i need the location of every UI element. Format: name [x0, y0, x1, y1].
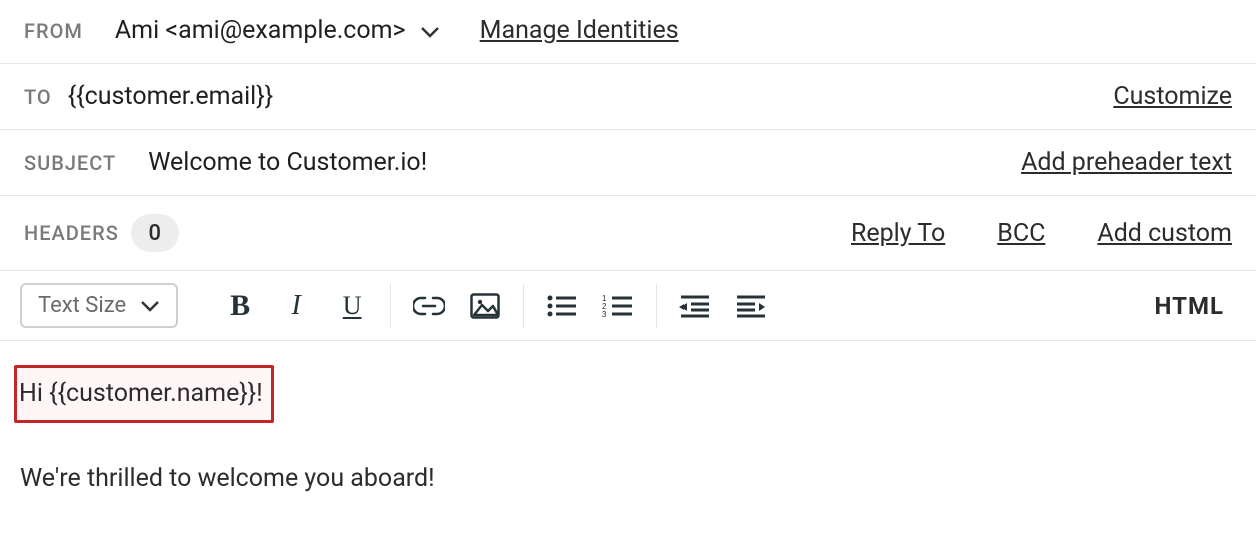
indent-button[interactable]: [723, 284, 779, 328]
greeting-highlight: Hi {{customer.name}}!: [14, 365, 274, 423]
greeting-text: Hi {{customer.name}}!: [19, 379, 263, 408]
link-icon: [413, 296, 445, 316]
headers-count-badge: 0: [131, 214, 179, 252]
customize-link[interactable]: Customize: [1113, 82, 1232, 111]
indent-icon: [735, 294, 767, 318]
to-row: TO {{customer.email}} Customize: [0, 64, 1256, 130]
italic-button[interactable]: I: [268, 284, 324, 328]
text-size-dropdown[interactable]: Text Size: [20, 283, 178, 328]
outdent-icon: [679, 294, 711, 318]
subject-label: SUBJECT: [24, 151, 116, 175]
from-identity-dropdown[interactable]: Ami <ami@example.com>: [115, 16, 440, 45]
svg-text:3: 3: [602, 310, 607, 318]
body-paragraph: We're thrilled to welcome you aboard!: [20, 459, 1236, 499]
subject-value[interactable]: Welcome to Customer.io!: [148, 148, 427, 177]
italic-icon: I: [291, 290, 300, 322]
to-label: TO: [24, 85, 52, 109]
manage-identities-link[interactable]: Manage Identities: [480, 16, 679, 45]
add-custom-header-link[interactable]: Add custom: [1097, 219, 1232, 248]
from-label: FROM: [24, 19, 83, 43]
headers-label: HEADERS: [24, 221, 119, 245]
bullet-list-icon: [546, 294, 578, 318]
image-button[interactable]: [457, 284, 513, 328]
bcc-link[interactable]: BCC: [997, 219, 1045, 248]
subject-row: SUBJECT Welcome to Customer.io! Add preh…: [0, 130, 1256, 196]
outdent-button[interactable]: [667, 284, 723, 328]
bold-icon: B: [230, 289, 250, 323]
reply-to-link[interactable]: Reply To: [851, 219, 945, 248]
email-body-editor[interactable]: Hi {{customer.name}}! We're thrilled to …: [0, 341, 1256, 523]
add-preheader-link[interactable]: Add preheader text: [1021, 148, 1232, 177]
image-icon: [470, 293, 500, 319]
headers-row: HEADERS 0 Reply To BCC Add custom: [0, 196, 1256, 271]
from-row: FROM Ami <ami@example.com> Manage Identi…: [0, 0, 1256, 64]
bullet-list-button[interactable]: [534, 284, 590, 328]
chevron-down-icon: [140, 293, 160, 318]
from-identity-value: Ami <ami@example.com>: [115, 16, 406, 45]
numbered-list-button[interactable]: 1 2 3: [590, 284, 646, 328]
chevron-down-icon: [420, 16, 440, 45]
editor-toolbar: Text Size B I U: [0, 271, 1256, 341]
html-toggle[interactable]: HTML: [1155, 292, 1224, 320]
numbered-list-icon: 1 2 3: [602, 294, 634, 318]
text-size-label: Text Size: [38, 293, 126, 318]
to-value[interactable]: {{customer.email}}: [68, 82, 273, 111]
link-button[interactable]: [401, 284, 457, 328]
underline-button[interactable]: U: [324, 284, 380, 328]
underline-icon: U: [343, 291, 362, 321]
bold-button[interactable]: B: [212, 284, 268, 328]
